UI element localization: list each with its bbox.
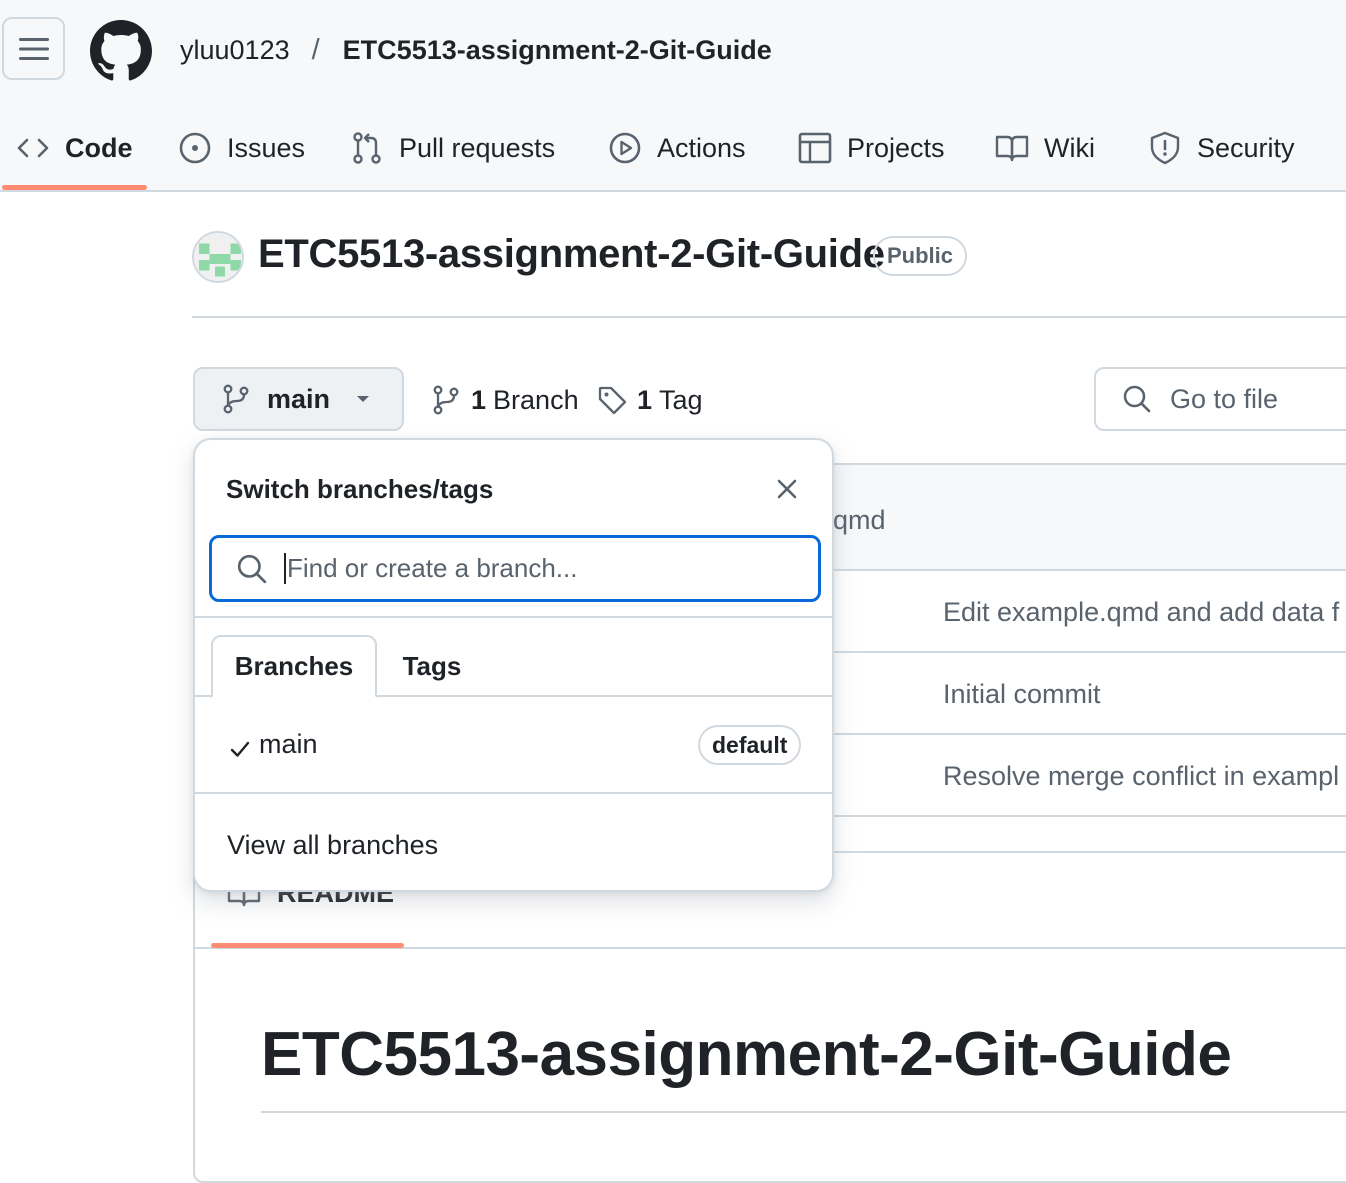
close-icon <box>777 479 797 499</box>
caret-down-icon <box>357 396 370 402</box>
tab-pull-requests[interactable]: Pull requests <box>350 104 555 192</box>
tab-code-label: Code <box>65 132 133 163</box>
repo-avatar[interactable] <box>192 231 244 283</box>
tab-branches[interactable]: Branches <box>211 635 377 698</box>
book-icon <box>995 135 1029 162</box>
menu-button[interactable] <box>2 17 65 80</box>
tags-link[interactable]: 1 Tag <box>597 380 703 420</box>
current-branch-label: main <box>267 383 331 414</box>
tab-issues-label: Issues <box>227 132 306 163</box>
visibility-badge: Public <box>873 236 968 276</box>
default-badge: default <box>698 725 802 765</box>
go-to-file-placeholder: Go to file <box>1170 383 1279 414</box>
branch-select-button[interactable]: main <box>193 367 404 431</box>
search-icon <box>237 554 267 583</box>
repo-nav: Code Issues Pull requests Actions Projec… <box>0 104 1346 192</box>
close-button[interactable] <box>770 472 804 506</box>
list-item[interactable]: main default <box>195 697 832 794</box>
branch-switcher-dropdown: Switch branches/tags Branches Tags main … <box>193 438 834 892</box>
breadcrumb-owner-link[interactable]: yluu0123 <box>180 35 290 66</box>
branch-count-label: Branch <box>493 384 579 415</box>
dropdown-tabs: Branches Tags <box>195 635 832 698</box>
readme-heading: ETC5513-assignment-2-Git-Guide <box>261 1020 1232 1089</box>
branch-icon <box>223 384 249 414</box>
shield-icon <box>1150 131 1180 165</box>
readme-heading-divider <box>261 1111 1346 1113</box>
table-icon <box>798 132 832 164</box>
view-all-branches-link[interactable]: View all branches <box>227 830 438 861</box>
commit-message[interactable]: Initial commit <box>943 679 1101 710</box>
commit-message[interactable]: Edit example.qmd and add data f <box>943 597 1339 628</box>
tab-issues[interactable]: Issues <box>178 104 305 192</box>
title-divider <box>192 316 1346 318</box>
tab-projects[interactable]: Projects <box>798 104 945 192</box>
global-header: yluu0123 / ETC5513-assignment-2-Git-Guid… <box>0 0 1346 192</box>
breadcrumb: yluu0123 / ETC5513-assignment-2-Git-Guid… <box>180 28 772 72</box>
play-icon <box>609 132 641 164</box>
tab-wiki-label: Wiki <box>1044 132 1095 163</box>
branch-search-field[interactable] <box>209 535 821 602</box>
check-icon <box>230 741 250 757</box>
issue-icon <box>179 132 211 164</box>
search-icon <box>1123 385 1151 413</box>
github-logo-icon[interactable] <box>90 20 152 82</box>
code-icon <box>17 138 49 158</box>
dropdown-title: Switch branches/tags <box>226 474 494 504</box>
tab-pull-requests-label: Pull requests <box>399 132 556 163</box>
dropdown-divider <box>195 616 832 618</box>
tag-count-label: Tag <box>659 384 703 415</box>
tab-projects-label: Projects <box>847 132 945 163</box>
branch-search-input[interactable] <box>284 553 784 584</box>
tab-actions-label: Actions <box>657 132 746 163</box>
branch-name: main <box>259 729 318 759</box>
tab-code-underline <box>2 185 147 190</box>
hamburger-icon <box>18 37 49 60</box>
tab-code[interactable]: Code <box>16 104 133 192</box>
tab-security[interactable]: Security <box>1148 104 1295 192</box>
branches-link[interactable]: 1 Branch <box>431 380 579 420</box>
readme-tab-underline <box>211 943 404 948</box>
tab-tags[interactable]: Tags <box>377 635 487 698</box>
tab-security-label: Security <box>1197 132 1295 163</box>
pull-request-icon <box>353 132 381 164</box>
breadcrumb-repo-link[interactable]: ETC5513-assignment-2-Git-Guide <box>343 35 772 66</box>
tag-icon <box>598 386 627 415</box>
breadcrumb-separator: / <box>311 33 320 66</box>
repo-title[interactable]: ETC5513-assignment-2-Git-Guide <box>258 232 885 277</box>
go-to-file-input[interactable]: Go to file <box>1094 367 1346 431</box>
commit-message[interactable]: Resolve merge conflict in exampl <box>943 761 1339 792</box>
tab-wiki[interactable]: Wiki <box>995 104 1095 192</box>
tag-count: 1 <box>637 384 653 415</box>
latest-commit-message[interactable]: qmd <box>833 505 886 536</box>
branch-count: 1 <box>471 384 487 415</box>
branch-icon <box>433 385 459 415</box>
tab-actions[interactable]: Actions <box>608 104 746 192</box>
